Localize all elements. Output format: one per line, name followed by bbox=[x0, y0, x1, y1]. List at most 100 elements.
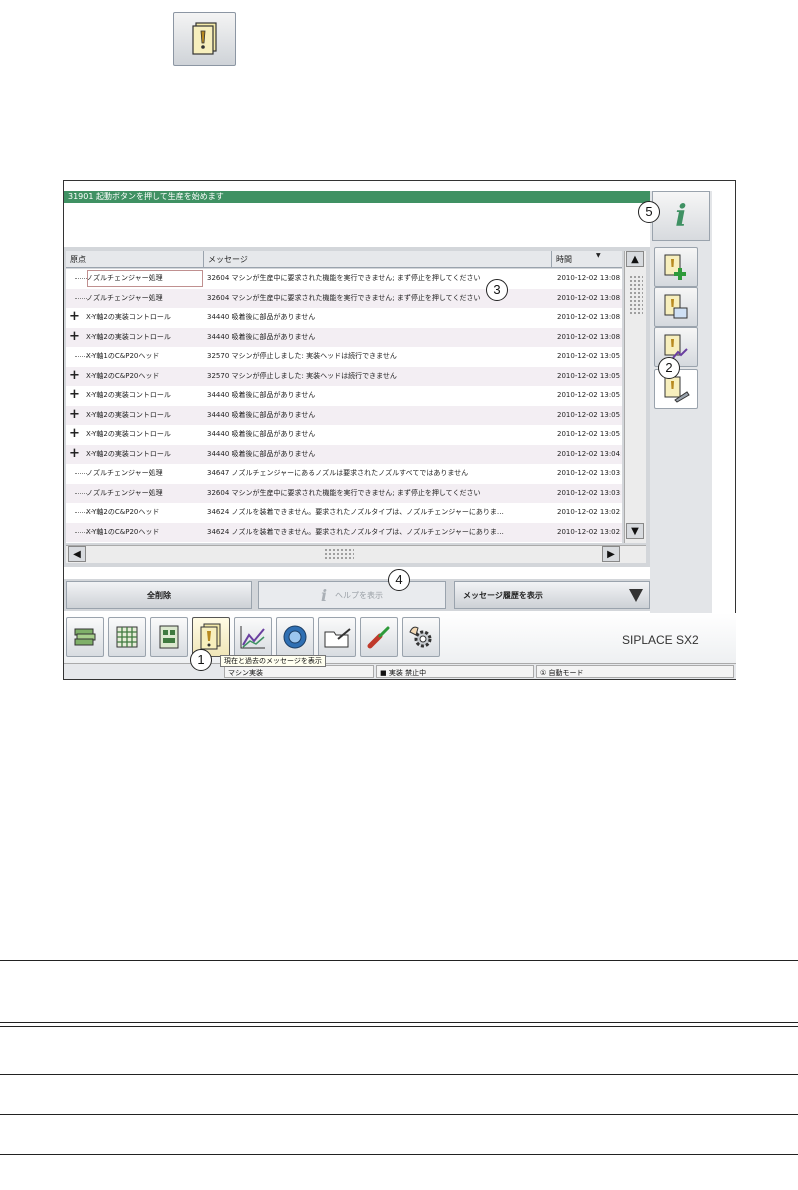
row-source: ノズルチェンジャー処理 bbox=[86, 293, 163, 302]
info-button[interactable]: i bbox=[652, 191, 710, 241]
message-display-icon bbox=[664, 294, 688, 319]
status-bar: マシン実装 ■ 実装 禁止中 ① 自動モード bbox=[64, 663, 736, 679]
row-source: X-Y軸2の実装コントロール bbox=[86, 449, 171, 458]
row-source: ノズルチェンジャー処理 bbox=[86, 488, 163, 497]
expand-icon[interactable]: + bbox=[69, 447, 80, 460]
row-source: X-Y軸2の実装コントロール bbox=[86, 332, 171, 341]
row-source: X-Y軸2の実装コントロール bbox=[86, 391, 171, 399]
table-row[interactable]: + X-Y軸2の実装コントロール 34440 吸着後に部品がありません 2010-12… bbox=[66, 425, 622, 444]
message-screen: 31901 起動ボタンを押して生産を始めます i 原点 メッセージ 時間 ▼ ノズ… bbox=[63, 180, 736, 680]
scroll-right-button[interactable]: ▶ bbox=[602, 546, 620, 562]
row-time: 2010-12-02 13:05:12 bbox=[557, 410, 621, 419]
scroll-left-button[interactable]: ◀ bbox=[68, 546, 86, 562]
column-time-label: 時間 bbox=[556, 255, 572, 264]
column-source[interactable]: 原点 bbox=[66, 251, 204, 268]
row-time: 2010-12-02 13:08:49 bbox=[557, 274, 621, 282]
arrow-up-icon: ▲ bbox=[631, 253, 639, 265]
row-source: ノズルチェンジャー処理 bbox=[86, 269, 204, 288]
show-help-button[interactable]: i ヘルプを表示 bbox=[258, 581, 446, 609]
row-time: 2010-12-02 13:05:15 bbox=[557, 371, 621, 380]
row-source: X-Y軸2の実装コントロール bbox=[86, 313, 171, 321]
column-message[interactable]: メッセージ bbox=[204, 251, 552, 268]
chart-button[interactable] bbox=[234, 617, 272, 657]
row-message: 34440 吸着後に部品がありません bbox=[207, 313, 316, 321]
table-row[interactable]: + X-Y軸2の実装コントロール 34440 吸着後に部品がありません 2010-12… bbox=[66, 327, 622, 347]
table-row[interactable]: + X-Y軸2の実装コントロール 34440 吸着後に部品がありません 2010-12… bbox=[66, 405, 622, 425]
row-time: 2010-12-02 13:05:12 bbox=[557, 430, 621, 438]
expand-icon[interactable]: + bbox=[69, 408, 80, 421]
expand-icon[interactable]: + bbox=[69, 369, 80, 382]
row-time: 2010-12-02 13:02:45 bbox=[557, 527, 621, 536]
expand-icon[interactable]: + bbox=[69, 310, 80, 323]
row-message: 32604 マシンが生産中に要求された機能を実行できません; まず停止を押してく… bbox=[207, 488, 481, 497]
scroll-thumb[interactable] bbox=[629, 275, 643, 315]
row-time: 2010-12-02 13:04:58 bbox=[557, 449, 621, 458]
table-row[interactable]: X-Y軸1のC&P20ヘッド 32570 マシンが停止しました: 実装ヘッドは続行… bbox=[66, 347, 622, 366]
sort-indicator-icon: ▼ bbox=[596, 252, 601, 259]
grid-button[interactable] bbox=[108, 617, 146, 657]
tool-icon bbox=[367, 626, 390, 649]
delete-all-button[interactable]: 全削除 bbox=[66, 581, 252, 609]
row-message: 34440 吸着後に部品がありません bbox=[207, 410, 316, 419]
feeder-button[interactable] bbox=[318, 617, 356, 657]
table-row[interactable]: X-Y軸1のC&P20ヘッド 34624 ノズルを装着できません。要求されたノズル… bbox=[66, 522, 622, 542]
settings-button[interactable] bbox=[402, 617, 440, 657]
show-help-label: ヘルプを表示 bbox=[335, 590, 384, 600]
row-time: 2010-12-02 13:08:27 bbox=[557, 313, 621, 321]
arrow-right-icon: ▶ bbox=[607, 548, 615, 560]
column-time[interactable]: 時間 ▼ bbox=[552, 251, 622, 268]
board-button[interactable] bbox=[150, 617, 188, 657]
production-button[interactable] bbox=[66, 617, 104, 657]
info-icon: i bbox=[675, 198, 687, 234]
production-icon bbox=[74, 628, 96, 646]
table-row[interactable]: + X-Y軸2の実装コントロール 34440 吸着後に部品がありません 2010-12… bbox=[66, 308, 622, 327]
callout-1: 1 bbox=[190, 649, 212, 671]
row-time: 2010-12-02 13:03:05 bbox=[557, 488, 621, 497]
message-table: 原点 メッセージ 時間 ▼ ノズルチェンジャー処理 32604 マシンが生産中に要求… bbox=[64, 247, 650, 567]
table-row[interactable]: + X-Y軸2の実装コントロール 34440 吸着後に部品がありません 2010-12… bbox=[66, 444, 622, 464]
camera-button[interactable] bbox=[276, 617, 314, 657]
scroll-up-button[interactable]: ▲ bbox=[626, 251, 644, 267]
table-row[interactable]: X-Y軸2のC&P20ヘッド 34624 ノズルを装着できません。要求されたノズル… bbox=[66, 503, 622, 522]
table-rows: ノズルチェンジャー処理 32604 マシンが生産中に要求された機能を実行できません… bbox=[66, 269, 622, 543]
table-header: 原点 メッセージ 時間 ▼ bbox=[66, 251, 622, 268]
divider bbox=[0, 1074, 798, 1075]
row-source: X-Y軸2の実装コントロール bbox=[86, 410, 171, 419]
row-time: 2010-12-02 13:05:17 bbox=[557, 352, 621, 360]
expand-icon[interactable]: + bbox=[69, 330, 80, 343]
row-message: 32570 マシンが停止しました: 実装ヘッドは続行できません bbox=[207, 352, 397, 360]
table-row[interactable]: + X-Y軸2の実装コントロール 34440 吸着後に部品がありません 2010-12… bbox=[66, 386, 622, 405]
table-row[interactable]: ノズルチェンジャー処理 32604 マシンが生産中に要求された機能を実行できません… bbox=[66, 269, 622, 288]
chart-icon bbox=[240, 626, 265, 649]
messages-icon[interactable] bbox=[173, 12, 236, 66]
horizontal-scroll-thumb[interactable] bbox=[324, 548, 354, 560]
table-row[interactable]: ノズルチェンジャー処理 32604 マシンが生産中に要求された機能を実行できません… bbox=[66, 288, 622, 308]
tool-button[interactable] bbox=[360, 617, 398, 657]
table-row[interactable]: ノズルチェンジャー処理 34647 ノズルチェンジャーにあるノズルは要求されたノズ… bbox=[66, 464, 622, 483]
row-source: X-Y軸1のC&P20ヘッド bbox=[86, 527, 160, 536]
arrow-down-icon: ▼ bbox=[631, 525, 639, 537]
camera-icon bbox=[283, 625, 307, 649]
divider bbox=[0, 1026, 798, 1027]
expand-icon[interactable]: + bbox=[69, 388, 80, 401]
status-placement: ■ 実装 禁止中 bbox=[376, 665, 534, 678]
horizontal-scrollbar[interactable]: ◀ ▶ bbox=[66, 545, 646, 563]
scroll-down-button[interactable]: ▼ bbox=[626, 523, 644, 539]
row-message: 34624 ノズルを装着できません。要求されたノズルタイプは、ノズルチェンジャー… bbox=[207, 508, 504, 516]
expand-icon[interactable]: + bbox=[69, 427, 80, 440]
message-display-button[interactable] bbox=[654, 287, 698, 327]
row-message: 34624 ノズルを装着できません。要求されたノズルタイプは、ノズルチェンジャー… bbox=[207, 527, 504, 536]
divider bbox=[0, 1114, 798, 1115]
new-message-button[interactable] bbox=[654, 247, 698, 287]
row-time: 2010-12-02 13:05:12 bbox=[557, 391, 621, 399]
table-row[interactable]: + X-Y軸2のC&P20ヘッド 32570 マシンが停止しました: 実装ヘッドは続… bbox=[66, 366, 622, 386]
row-source: X-Y軸2のC&P20ヘッド bbox=[86, 371, 160, 380]
settings-icon bbox=[409, 626, 432, 648]
messages-icon bbox=[200, 623, 221, 650]
table-row[interactable]: ノズルチェンジャー処理 32604 マシンが生産中に要求された機能を実行できません… bbox=[66, 483, 622, 503]
message-history-dropdown[interactable]: メッセージ履歴を表示 bbox=[454, 581, 650, 609]
brand-label: SIPLACE SX2 bbox=[622, 633, 699, 647]
current-status-message: 31901 起動ボタンを押して生産を始めます bbox=[64, 191, 710, 203]
vertical-scrollbar[interactable]: ▲ ▼ bbox=[624, 251, 646, 543]
row-time: 2010-12-02 13:03:10 bbox=[557, 469, 621, 477]
